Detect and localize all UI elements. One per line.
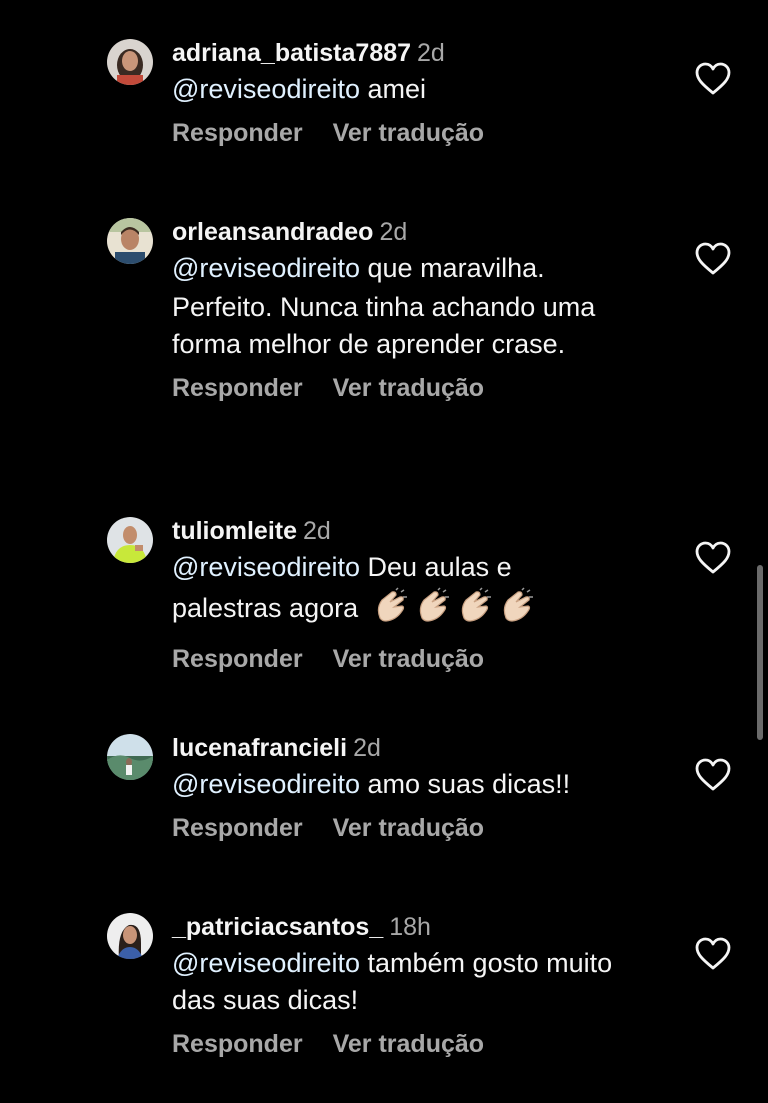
see-translation-button[interactable]: Ver tradução xyxy=(333,814,484,842)
avatar[interactable] xyxy=(107,517,153,563)
see-translation-button[interactable]: Ver tradução xyxy=(333,374,484,402)
comment-actions: Responder Ver tradução xyxy=(172,373,662,403)
reply-button[interactable]: Responder xyxy=(172,119,303,147)
scrollbar[interactable] xyxy=(757,565,763,740)
username[interactable]: orleansandradeo xyxy=(172,218,373,246)
reply-button[interactable]: Responder xyxy=(172,814,303,842)
mention-link[interactable]: @reviseodireito xyxy=(172,74,360,104)
comment-message: amei xyxy=(367,74,427,104)
heart-outline-icon[interactable] xyxy=(695,541,731,575)
username[interactable]: _patriciacsantos_ xyxy=(172,913,383,941)
comment-body: orleansandradeo 2d @reviseodireito que ma… xyxy=(172,217,662,403)
comment-header: orleansandradeo 2d xyxy=(172,217,662,247)
heart-outline-icon[interactable] xyxy=(695,758,731,792)
see-translation-button[interactable]: Ver tradução xyxy=(333,1030,484,1058)
see-translation-button[interactable]: Ver tradução xyxy=(333,119,484,147)
comment-text: @reviseodireito amo suas dicas!! xyxy=(172,766,662,803)
comment-header: adriana_batista7887 2d xyxy=(172,38,662,68)
see-translation-button[interactable]: Ver tradução xyxy=(333,645,484,673)
comment-header: lucenafrancieli 2d xyxy=(172,733,662,763)
mention-link[interactable]: @reviseodireito xyxy=(172,552,360,582)
timestamp: 2d xyxy=(353,734,381,762)
heart-outline-icon[interactable] xyxy=(695,242,731,276)
comment-header: _patriciacsantos_ 18h xyxy=(172,912,662,942)
reply-button[interactable]: Responder xyxy=(172,374,303,402)
comment-body: tuliomleite 2d @reviseodireito Deu aulas … xyxy=(172,516,662,674)
reply-button[interactable]: Responder xyxy=(172,1030,303,1058)
comment-body: lucenafrancieli 2d @reviseodireito amo su… xyxy=(172,733,662,843)
comment-text: @reviseodireito também gosto muito das s… xyxy=(172,945,632,1019)
timestamp: 18h xyxy=(389,913,431,941)
clapping-hands-icon xyxy=(372,586,536,634)
comment-text: @reviseodireito amei xyxy=(172,71,662,108)
avatar[interactable] xyxy=(107,913,153,959)
avatar[interactable] xyxy=(107,39,153,85)
heart-outline-icon[interactable] xyxy=(695,937,731,971)
comment-text: @reviseodireito Deu aulas e palestras ag… xyxy=(172,549,592,634)
avatar[interactable] xyxy=(107,734,153,780)
username[interactable]: tuliomleite xyxy=(172,517,297,545)
comment-message-continued: Perfeito. Nunca tinha achando uma forma … xyxy=(172,292,596,359)
comment-actions: Responder Ver tradução xyxy=(172,1029,662,1059)
comment-actions: Responder Ver tradução xyxy=(172,813,662,843)
username[interactable]: lucenafrancieli xyxy=(172,734,347,762)
comment-body: _patriciacsantos_ 18h @reviseodireito tam… xyxy=(172,912,662,1059)
comment-text: @reviseodireito que maravilha. xyxy=(172,250,662,287)
heart-outline-icon[interactable] xyxy=(695,62,731,96)
reply-button[interactable]: Responder xyxy=(172,645,303,673)
comment-message: que maravilha. xyxy=(367,253,545,283)
mention-link[interactable]: @reviseodireito xyxy=(172,253,360,283)
clapping-emoji-row xyxy=(377,587,533,622)
comment-message: amo suas dicas!! xyxy=(367,769,571,799)
username[interactable]: adriana_batista7887 xyxy=(172,39,411,67)
mention-link[interactable]: @reviseodireito xyxy=(172,769,360,799)
mention-link[interactable]: @reviseodireito xyxy=(172,948,360,978)
avatar[interactable] xyxy=(107,218,153,264)
timestamp: 2d xyxy=(303,517,331,545)
comment-body: adriana_batista7887 2d @reviseodireito am… xyxy=(172,38,662,148)
comment-actions: Responder Ver tradução xyxy=(172,118,662,148)
timestamp: 2d xyxy=(379,218,408,246)
timestamp: 2d xyxy=(417,39,445,67)
comment-header: tuliomleite 2d xyxy=(172,516,662,546)
comment-actions: Responder Ver tradução xyxy=(172,644,662,674)
